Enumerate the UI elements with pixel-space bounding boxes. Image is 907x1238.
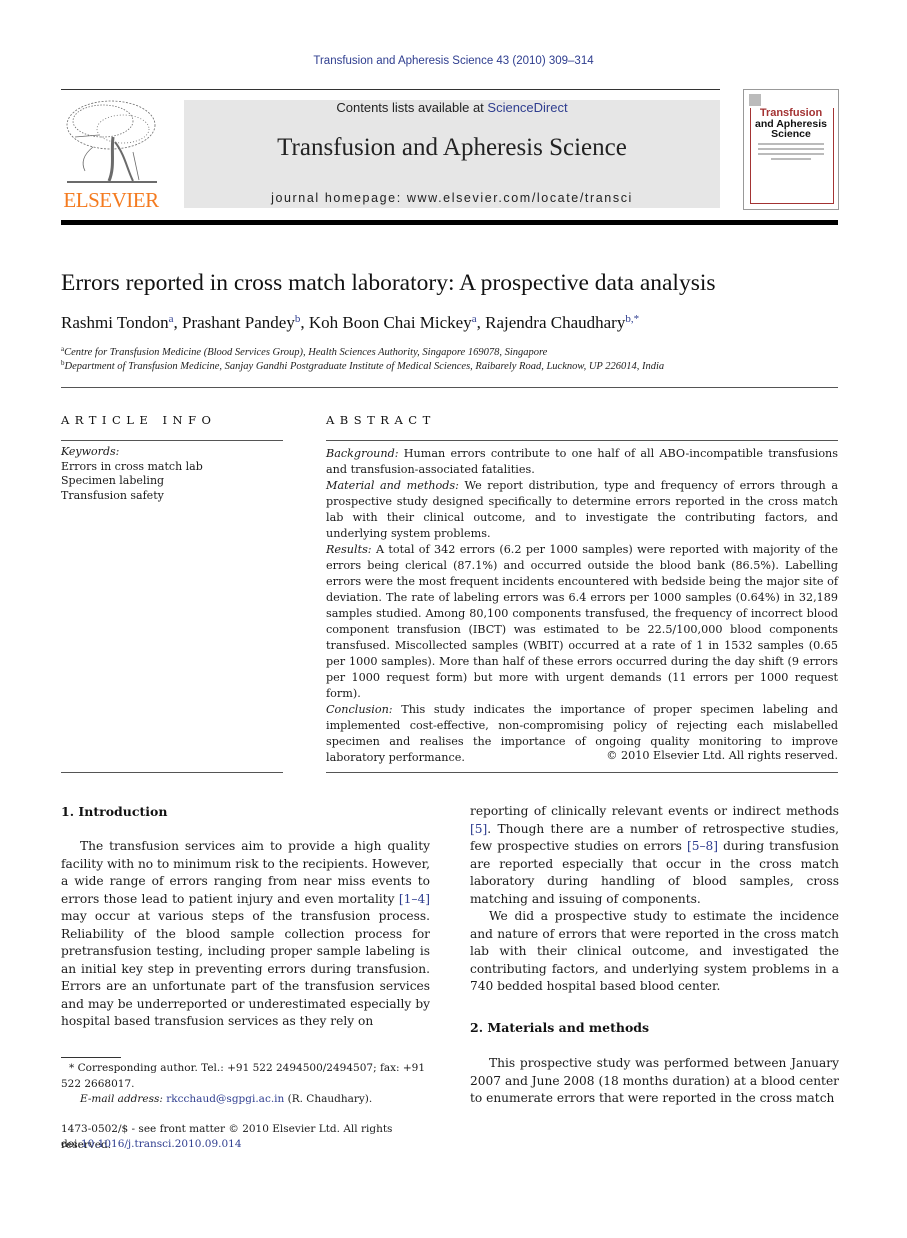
author-list: Rashmi Tondona, Prashant Pandeyb, Koh Bo… <box>61 313 640 332</box>
cover-fine-print <box>758 143 824 145</box>
abstract-label: Background: <box>326 447 399 460</box>
email-suffix: (R. Chaudhary). <box>284 1093 373 1105</box>
abstract-rule <box>326 440 838 441</box>
header-rule <box>61 89 720 90</box>
body-column-right: reporting of clinically relevant events … <box>470 803 839 996</box>
email-note: E-mail address: rkcchaud@sgpgi.ac.in (R.… <box>61 1092 449 1108</box>
affiliation-b: bDepartment of Transfusion Medicine, San… <box>61 359 664 372</box>
author-name[interactable]: Koh Boon Chai Mickey <box>309 313 472 332</box>
citation-link[interactable]: [1–4] <box>399 892 430 906</box>
article-info-heading: ARTICLE INFO <box>61 413 217 427</box>
running-head[interactable]: Transfusion and Apheresis Science 43 (20… <box>0 55 907 67</box>
sciencedirect-link[interactable]: ScienceDirect <box>487 100 567 115</box>
abstract-heading: ABSTRACT <box>326 413 436 427</box>
affiliation-mark[interactable]: b,* <box>625 313 639 325</box>
abstract-label: Material and methods: <box>326 479 459 492</box>
keyword: Transfusion safety <box>61 488 164 502</box>
doi-line: doi:10.1016/j.transci.2010.09.014 <box>61 1137 430 1153</box>
section-heading-methods: 2. Materials and methods <box>470 1020 650 1035</box>
body-text: may occur at various steps of the transf… <box>61 909 430 1028</box>
abstract-background: Background: Human errors contribute to o… <box>326 446 838 478</box>
keywords-label: Keywords: <box>61 445 120 458</box>
methods-column: This prospective study was performed bet… <box>470 1055 839 1108</box>
abstract-text: A total of 342 errors (6.2 per 1000 samp… <box>326 543 838 700</box>
keyword: Specimen labeling <box>61 474 165 487</box>
body-column-left: The transfusion services aim to provide … <box>61 838 430 1031</box>
abstract-bottom-rule <box>326 772 838 773</box>
abstract-label: Conclusion: <box>326 703 393 716</box>
affiliation-text: Department of Transfusion Medicine, Sanj… <box>64 361 665 372</box>
author-name[interactable]: Prashant Pandey <box>182 313 295 332</box>
abstract-methods: Material and methods: We report distribu… <box>326 478 838 542</box>
journal-cover-thumbnail[interactable]: Transfusion and Apheresis Science <box>743 89 839 210</box>
cover-publisher-icon <box>749 94 761 106</box>
body-text: reporting of clinically relevant events … <box>470 804 839 818</box>
title-block-rule <box>61 387 838 388</box>
intro-paragraph: The transfusion services aim to provide … <box>61 838 430 1031</box>
abstract-copyright: © 2010 Elsevier Ltd. All rights reserved… <box>606 749 838 762</box>
intro-paragraph-continued: reporting of clinically relevant events … <box>470 803 839 908</box>
doi-prefix: doi: <box>61 1138 81 1150</box>
doi-link[interactable]: 10.1016/j.transci.2010.09.014 <box>81 1138 242 1150</box>
contents-line: Contents lists available at ScienceDirec… <box>184 100 720 115</box>
elsevier-wordmark: ELSEVIER <box>63 188 159 212</box>
citation-link[interactable]: [5] <box>470 822 487 836</box>
cover-fine-print <box>758 153 824 155</box>
abstract-body: Background: Human errors contribute to o… <box>326 446 838 766</box>
cover-fine-print <box>758 148 824 150</box>
journal-title: Transfusion and Apheresis Science <box>277 134 627 161</box>
elsevier-tree-icon <box>66 100 157 183</box>
cover-fine-print <box>771 158 811 160</box>
keyword: Errors in cross match lab <box>61 459 203 473</box>
email-label: E-mail address: <box>80 1093 163 1105</box>
affiliation-mark[interactable]: b <box>295 313 301 325</box>
affiliation-mark[interactable]: a <box>169 313 174 325</box>
citation-link[interactable]: [5–8] <box>687 839 718 853</box>
elsevier-logo[interactable]: ELSEVIER <box>61 97 161 212</box>
abstract-label: Results: <box>326 543 372 556</box>
affiliation-text: Centre for Transfusion Medicine (Blood S… <box>64 347 548 358</box>
author-name[interactable]: Rashmi Tondon <box>61 313 169 332</box>
article-info-bottom-rule <box>61 772 283 773</box>
email-link[interactable]: rkcchaud@sgpgi.ac.in <box>166 1093 284 1105</box>
cover-title-line3: Science <box>771 128 811 140</box>
journal-homepage[interactable]: journal homepage: www.elsevier.com/locat… <box>184 191 720 205</box>
abstract-results: Results: A total of 342 errors (6.2 per … <box>326 542 838 702</box>
article-info-rule <box>61 440 283 441</box>
article-title: Errors reported in cross match laborator… <box>61 270 716 296</box>
intro-paragraph-2: We did a prospective study to estimate t… <box>470 909 839 993</box>
journal-banner: Contents lists available at ScienceDirec… <box>184 100 720 208</box>
abstract-text: Human errors contribute to one half of a… <box>326 447 838 476</box>
footnote-rule <box>61 1057 121 1058</box>
keywords-block: Keywords: Errors in cross match lab Spec… <box>61 445 283 503</box>
header-thick-rule <box>61 220 838 225</box>
affiliation-mark[interactable]: a <box>472 313 477 325</box>
corresponding-author-note: * Corresponding author. Tel.: +91 522 24… <box>61 1062 426 1090</box>
section-heading-introduction: 1. Introduction <box>61 804 168 819</box>
methods-paragraph: This prospective study was performed bet… <box>470 1056 839 1105</box>
contents-prefix: Contents lists available at <box>336 100 488 115</box>
affiliation-a: aCentre for Transfusion Medicine (Blood … <box>61 345 547 358</box>
body-text: The transfusion services aim to provide … <box>61 839 430 906</box>
author-name[interactable]: Rajendra Chaudhary <box>485 313 625 332</box>
